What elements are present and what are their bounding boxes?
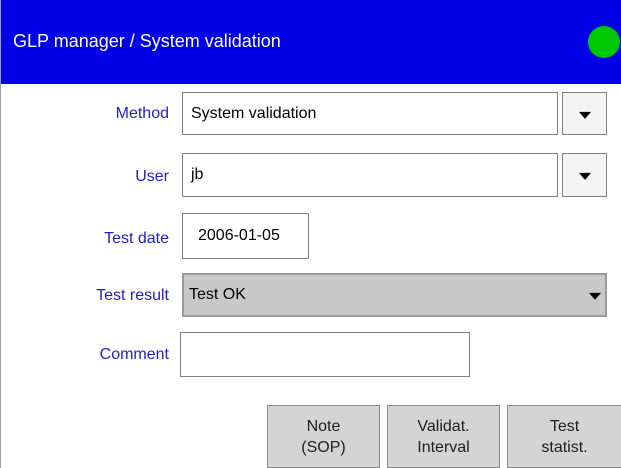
note-button-line2: (SOP) [301,438,346,456]
user-label: User [135,168,169,185]
test-button-line2: statist. [541,438,588,456]
status-indicator-icon [588,26,620,58]
user-field[interactable]: jb [182,153,558,197]
test-button-line1: Test [549,417,580,435]
comment-label: Comment [99,346,169,363]
test-result-value: Test OK [189,286,246,303]
test-date-value: 2006-01-05 [198,227,280,244]
chevron-down-icon [578,172,591,180]
method-field[interactable]: System validation [182,92,558,135]
test-date-label: Test date [104,230,169,247]
glp-manager-window: GLP manager / System validation Method S… [0,0,621,468]
window-title: GLP manager / System validation [13,31,281,51]
validat-button-line1: Validat. [417,417,470,435]
test-result-select[interactable]: Test OK [182,273,607,317]
validat-button-line2: Interval [417,438,470,456]
test-result-label: Test result [96,287,169,304]
user-value: jb [191,166,204,183]
chevron-down-icon [578,111,591,119]
method-dropdown-button[interactable] [562,92,607,135]
validation-interval-button[interactable]: Validat. Interval [387,405,500,468]
chevron-down-icon [589,292,601,300]
method-label: Method [115,105,169,122]
method-value: System validation [191,104,317,122]
test-statistics-button[interactable]: Test statist. [507,405,621,468]
comment-field[interactable] [180,332,470,377]
user-dropdown-button[interactable] [562,153,607,197]
title-bar: GLP manager / System validation [1,0,621,84]
test-date-field[interactable]: 2006-01-05 [182,213,309,259]
note-sop-button[interactable]: Note (SOP) [267,405,380,468]
note-button-line1: Note [306,417,341,435]
